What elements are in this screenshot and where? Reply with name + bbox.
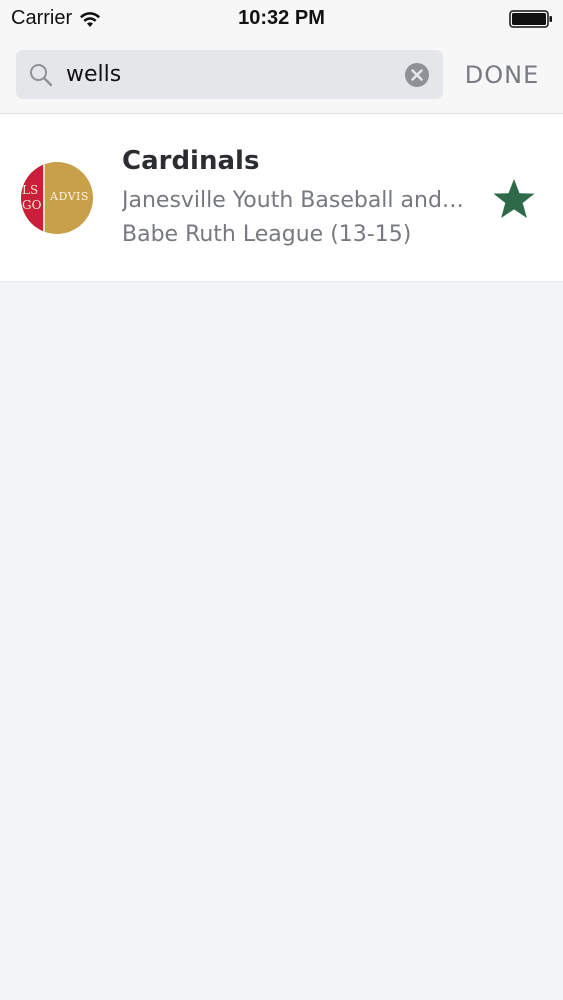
star-icon[interactable]	[492, 178, 536, 220]
battery-icon	[509, 10, 552, 28]
team-logo: LS GO ADVIS	[21, 162, 93, 234]
logo-text-left: LS GO	[22, 183, 42, 212]
status-time: 10:32 PM	[238, 7, 325, 29]
done-button[interactable]: DONE	[456, 58, 548, 92]
team-name: Cardinals	[122, 146, 260, 176]
search-field[interactable]	[16, 50, 443, 99]
logo-text-right: ADVIS	[50, 190, 89, 203]
status-bar: Carrier 10:32 PM	[0, 0, 563, 36]
search-input[interactable]	[66, 56, 396, 93]
clear-icon[interactable]	[404, 62, 430, 88]
team-league: Babe Ruth League (13-15)	[122, 222, 412, 247]
team-organization: Janesville Youth Baseball and Softball	[122, 188, 467, 213]
search-icon	[30, 64, 53, 87]
result-row[interactable]: LS GO ADVIS Cardinals Janesville Youth Ba…	[0, 114, 563, 282]
empty-results-area	[0, 282, 563, 1000]
search-header: DONE	[0, 36, 563, 114]
